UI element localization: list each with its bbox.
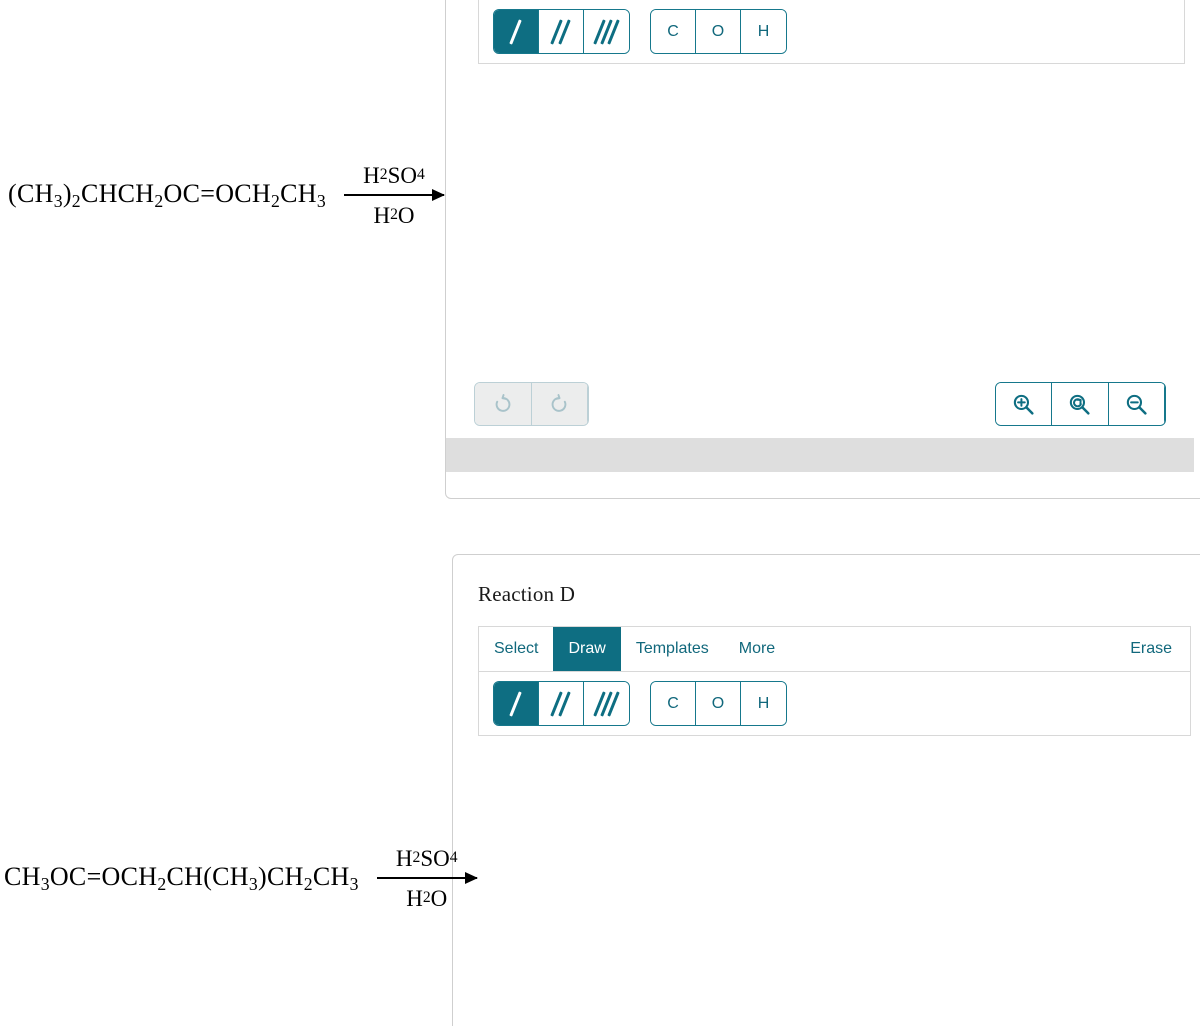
reaction-d-reagent-above: H 2 SO 4 <box>395 845 458 871</box>
zoom-out-icon <box>1126 394 1147 415</box>
reaction-d-element-tool-group: C O H <box>650 681 787 726</box>
reaction-d-tabstrip: Select Draw Templates More Erase <box>478 626 1191 671</box>
reaction-c-reagent-below: H2O <box>373 202 415 228</box>
tab-templates[interactable]: Templates <box>621 627 724 671</box>
reaction-d-title: Reaction D <box>478 582 576 606</box>
undo-icon <box>495 394 511 412</box>
triple-bond-button[interactable] <box>584 10 629 53</box>
reaction-c-statusbar <box>446 438 1194 472</box>
element-button-c[interactable]: C <box>651 682 696 725</box>
single-bond-icon <box>503 690 529 717</box>
reaction-d-formula: CH3OC=OCH2CH(CH3)CH2CH3 <box>4 861 359 894</box>
triple-bond-button[interactable] <box>584 682 629 725</box>
element-button-o[interactable]: O <box>696 10 741 53</box>
element-label-c: C <box>667 694 679 712</box>
zoom-reset-icon <box>1070 394 1091 415</box>
reaction-c-equation: (CH3)2CHCH2OC=OCH2CH3 H 2 SO 4 H2O <box>8 152 448 238</box>
single-bond-button[interactable] <box>494 682 539 725</box>
reaction-d-equation: CH3OC=OCH2CH(CH3)CH2CH3 H 2 SO 4 H2O <box>4 835 481 921</box>
tab-select[interactable]: Select <box>479 627 553 671</box>
zoom-in-icon <box>1013 394 1034 415</box>
element-button-c[interactable]: C <box>651 10 696 53</box>
undo-button[interactable] <box>475 383 532 425</box>
reaction-c-formula: (CH3)2CHCH2OC=OCH2CH3 <box>8 178 326 211</box>
double-bond-button[interactable] <box>539 682 584 725</box>
reaction-arrow-icon <box>344 189 445 201</box>
tab-more[interactable]: More <box>724 627 790 671</box>
element-label-c: C <box>667 22 679 40</box>
screen: Select Draw Templates More Erase <box>0 0 1200 1026</box>
zoom-in-button[interactable] <box>996 383 1053 425</box>
single-bond-icon <box>503 18 529 45</box>
reaction-d-draw-toolrow: C O H <box>478 671 1191 736</box>
reaction-c-bond-tool-group <box>493 9 630 54</box>
element-label-o: O <box>711 694 725 712</box>
tabstrip-spacer <box>790 627 1112 671</box>
reaction-d-reagent-below: H2O <box>406 885 448 911</box>
double-bond-button[interactable] <box>539 10 584 53</box>
tab-draw[interactable]: Draw <box>553 627 621 671</box>
reaction-c-reagent-above: H 2 SO 4 <box>363 162 425 188</box>
reaction-c-draw-toolrow: C O H <box>478 0 1185 64</box>
zoom-reset-button[interactable] <box>1052 383 1109 425</box>
reaction-d-arrow: H 2 SO 4 H2O <box>373 835 481 921</box>
reaction-c-drawing-canvas[interactable] <box>478 64 1185 374</box>
reaction-c-zoom-controls <box>995 382 1166 426</box>
element-button-o[interactable]: O <box>696 682 741 725</box>
double-bond-icon <box>548 690 574 717</box>
reaction-c-element-tool-group: C O H <box>650 9 787 54</box>
reaction-d-editor-panel: Reaction D Select Draw Templates More Er… <box>452 554 1200 1026</box>
redo-button[interactable] <box>531 383 588 425</box>
single-bond-button[interactable] <box>494 10 539 53</box>
element-button-h[interactable]: H <box>741 682 786 725</box>
element-label-h: H <box>757 694 770 712</box>
reaction-c-history-controls <box>474 382 589 426</box>
double-bond-icon <box>548 18 574 45</box>
triple-bond-icon <box>592 690 620 717</box>
reaction-d-bond-tool-group <box>493 681 630 726</box>
zoom-out-button[interactable] <box>1108 383 1165 425</box>
element-button-h[interactable]: H <box>741 10 786 53</box>
reaction-c-arrow: H 2 SO 4 H2O <box>340 152 448 238</box>
element-label-o: O <box>711 22 725 40</box>
redo-icon <box>551 394 567 412</box>
reaction-d-drawing-canvas[interactable] <box>478 736 1191 1026</box>
reaction-arrow-icon <box>376 872 478 884</box>
erase-button[interactable]: Erase <box>1112 627 1190 671</box>
reaction-c-editor-panel: Select Draw Templates More Erase <box>445 0 1200 499</box>
element-label-h: H <box>757 22 770 40</box>
triple-bond-icon <box>592 18 620 45</box>
